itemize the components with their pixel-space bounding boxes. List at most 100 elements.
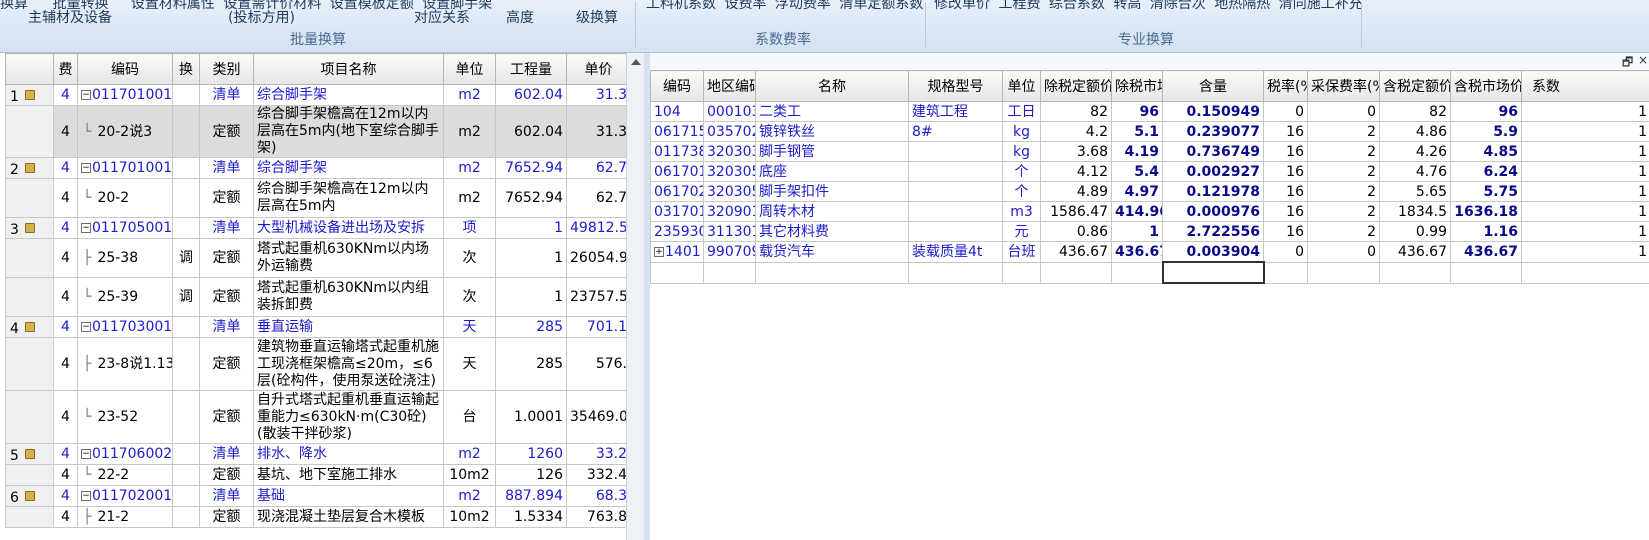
vertical-scrollbar[interactable] <box>626 53 645 540</box>
ex-tax-quota-price-cell[interactable]: 4.12 <box>1040 161 1112 182</box>
category-cell[interactable]: 定额 <box>199 390 254 444</box>
res-code-cell[interactable]: 061701 <box>650 161 704 182</box>
category-cell[interactable]: 定额 <box>199 178 254 218</box>
empty-cell[interactable] <box>1263 261 1308 284</box>
table-row[interactable]: 4 └ 22-2 定额 基坑、地下室施工排水 10m2 126 332.4 <box>5 464 626 486</box>
ribbon-coef-btn-0[interactable]: 工料机系数 <box>646 0 716 12</box>
col-header-fee[interactable]: 费 <box>53 53 78 85</box>
table-row[interactable]: 3 4 −01170500100 清单 大型机械设备进出场及安拆 项 1 498… <box>5 217 626 239</box>
code-cell[interactable]: −01170100100 <box>77 84 173 106</box>
spec-cell[interactable] <box>908 161 1003 182</box>
col-header-res-unit[interactable]: 单位 <box>1002 70 1041 102</box>
conversion-cell[interactable] <box>172 217 200 239</box>
empty-cell[interactable] <box>755 261 909 284</box>
ex-tax-market-price-cell[interactable]: 414.96 <box>1111 201 1163 222</box>
inc-tax-quota-price-cell[interactable]: 4.86 <box>1379 121 1451 142</box>
unit-cell[interactable]: 天 <box>443 337 496 391</box>
category-cell[interactable]: 清单 <box>199 217 254 239</box>
quantity-cell[interactable]: 126 <box>495 464 567 486</box>
quantity-cell[interactable]: 602.04 <box>495 84 567 106</box>
fee-cell[interactable]: 4 <box>53 178 78 218</box>
table-row[interactable]: 2 4 −01170100100 清单 综合脚手架 m2 7652.94 62.… <box>5 157 626 179</box>
area-code-cell[interactable]: 32030513 <box>703 181 756 202</box>
procurement-rate-cell[interactable]: 2 <box>1307 221 1380 242</box>
col-header-code[interactable]: 编码 <box>77 53 173 85</box>
res-code-cell[interactable]: 031701 <box>650 201 704 222</box>
ex-tax-market-price-cell[interactable]: 96 <box>1111 101 1163 122</box>
conversion-cell[interactable] <box>172 157 200 179</box>
procurement-rate-cell[interactable]: 2 <box>1307 121 1380 142</box>
col-header-res-name[interactable]: 名称 <box>755 70 909 102</box>
ribbon-btn-2[interactable]: 设置材料属性 <box>131 0 215 12</box>
empty-cell[interactable] <box>703 261 756 284</box>
item-name-cell[interactable]: 自升式塔式起重机垂直运输起重能力≤630kN·m(C30砼)(散装干拌砂浆) <box>253 390 444 444</box>
code-cell[interactable]: −01170500100 <box>77 217 173 239</box>
unit-cell[interactable]: m2 <box>443 443 496 465</box>
res-name-cell[interactable]: 脚手钢管 <box>755 141 909 162</box>
item-name-cell[interactable]: 大型机械设备进出场及安拆 <box>253 217 444 239</box>
unit-cell[interactable]: 项 <box>443 217 496 239</box>
unit-cell[interactable]: m2 <box>443 178 496 218</box>
ribbon-coef-btn-2[interactable]: 浮动费率 <box>775 0 831 12</box>
ribbon-spec-btn-1[interactable]: 工程费 <box>998 0 1040 12</box>
procurement-rate-cell[interactable]: 2 <box>1307 181 1380 202</box>
ribbon-btn-4[interactable]: 设置模板定额 <box>330 0 414 12</box>
code-cell[interactable]: −01170300100 <box>77 316 173 338</box>
resource-row[interactable]: 06170132030504底座 个4.125.40.0029271624.766… <box>650 161 1649 182</box>
coefficient-cell[interactable]: 1 <box>1521 221 1649 242</box>
resource-row[interactable]: 03170132090101周转木材 m31586.47414.960.00097… <box>650 201 1649 222</box>
conversion-cell[interactable] <box>172 84 200 106</box>
procurement-rate-cell[interactable]: 2 <box>1307 141 1380 162</box>
inc-tax-market-price-cell[interactable]: 96 <box>1450 101 1522 122</box>
inc-tax-quota-price-cell[interactable]: 5.65 <box>1379 181 1451 202</box>
res-name-cell[interactable]: 周转木材 <box>755 201 909 222</box>
ex-tax-quota-price-cell[interactable]: 4.2 <box>1040 121 1112 142</box>
resource-row[interactable]: 06171503570237镀锌铁丝8#kg4.25.10.2390771624… <box>650 121 1649 142</box>
conversion-cell[interactable] <box>172 485 200 507</box>
tax-rate-cell[interactable]: 0 <box>1263 241 1308 263</box>
empty-cell[interactable] <box>1450 261 1522 284</box>
col-header-res-code[interactable]: 编码 <box>650 70 704 102</box>
col-header-spec[interactable]: 规格型号 <box>908 70 1003 102</box>
unit-price-cell[interactable]: 33.2 <box>566 443 626 465</box>
table-row[interactable]: 4 ├ 25-38 调 定额 塔式起重机630KNm以内场外运输费 次 1 260… <box>5 238 626 278</box>
code-cell[interactable]: ├ 23-8说1.13 <box>77 337 173 391</box>
content-cell[interactable]: 0.150949 <box>1162 101 1264 122</box>
collapse-icon[interactable]: − <box>81 90 91 100</box>
col-header-procurement-rate[interactable]: 采保费率(%) <box>1307 70 1380 102</box>
res-unit-cell[interactable]: 元 <box>1002 221 1041 242</box>
res-name-cell[interactable]: 镀锌铁丝 <box>755 121 909 142</box>
ex-tax-market-price-cell[interactable]: 4.97 <box>1111 181 1163 202</box>
inc-tax-market-price-cell[interactable]: 436.67 <box>1450 241 1522 263</box>
ex-tax-market-price-cell[interactable]: 5.4 <box>1111 161 1163 182</box>
category-cell[interactable]: 定额 <box>199 464 254 486</box>
ribbon-spec-btn-0[interactable]: 修改单价 <box>934 0 990 12</box>
inc-tax-quota-price-cell[interactable]: 82 <box>1379 101 1451 122</box>
res-code-cell[interactable]: 104 <box>650 101 704 122</box>
ex-tax-quota-price-cell[interactable]: 1586.47 <box>1040 201 1112 222</box>
unit-price-cell[interactable]: 31.3 <box>566 84 626 106</box>
inc-tax-quota-price-cell[interactable]: 4.76 <box>1379 161 1451 182</box>
area-code-cell[interactable]: 00010300 <box>703 101 756 122</box>
item-name-cell[interactable]: 基础 <box>253 485 444 507</box>
unit-cell[interactable]: 10m2 <box>443 464 496 486</box>
ex-tax-quota-price-cell[interactable]: 3.68 <box>1040 141 1112 162</box>
resource-row[interactable]: 01173832030303脚手钢管kg3.684.190.7367491624… <box>650 141 1649 162</box>
area-code-cell[interactable]: 32030504 <box>703 161 756 182</box>
fee-cell[interactable]: 4 <box>53 485 78 507</box>
item-name-cell[interactable]: 塔式起重机630KNm以内场外运输费 <box>253 238 444 278</box>
category-cell[interactable]: 清单 <box>199 84 254 106</box>
table-row[interactable]: 4 └ 25-39 调 定额 塔式起重机630KNm以内组装拆卸费 次 1 237… <box>5 277 626 317</box>
table-row[interactable]: 4 ├ 23-8说1.13 定额 建筑物垂直运输塔式起重机施工现浇框架檐高≤20m… <box>5 337 626 391</box>
collapse-icon[interactable]: − <box>81 223 91 233</box>
coefficient-cell[interactable]: 1 <box>1521 181 1649 202</box>
expand-icon[interactable]: + <box>654 246 664 257</box>
inc-tax-quota-price-cell[interactable]: 4.26 <box>1379 141 1451 162</box>
ex-tax-market-price-cell[interactable]: 4.19 <box>1111 141 1163 162</box>
code-cell[interactable]: └ 20-2 <box>77 178 173 218</box>
tax-rate-cell[interactable]: 16 <box>1263 221 1308 242</box>
coefficient-cell[interactable]: 1 <box>1521 121 1649 142</box>
item-name-cell[interactable]: 排水、降水 <box>253 443 444 465</box>
spec-cell[interactable]: 装载质量4t <box>908 241 1003 263</box>
inc-tax-market-price-cell[interactable]: 6.24 <box>1450 161 1522 182</box>
